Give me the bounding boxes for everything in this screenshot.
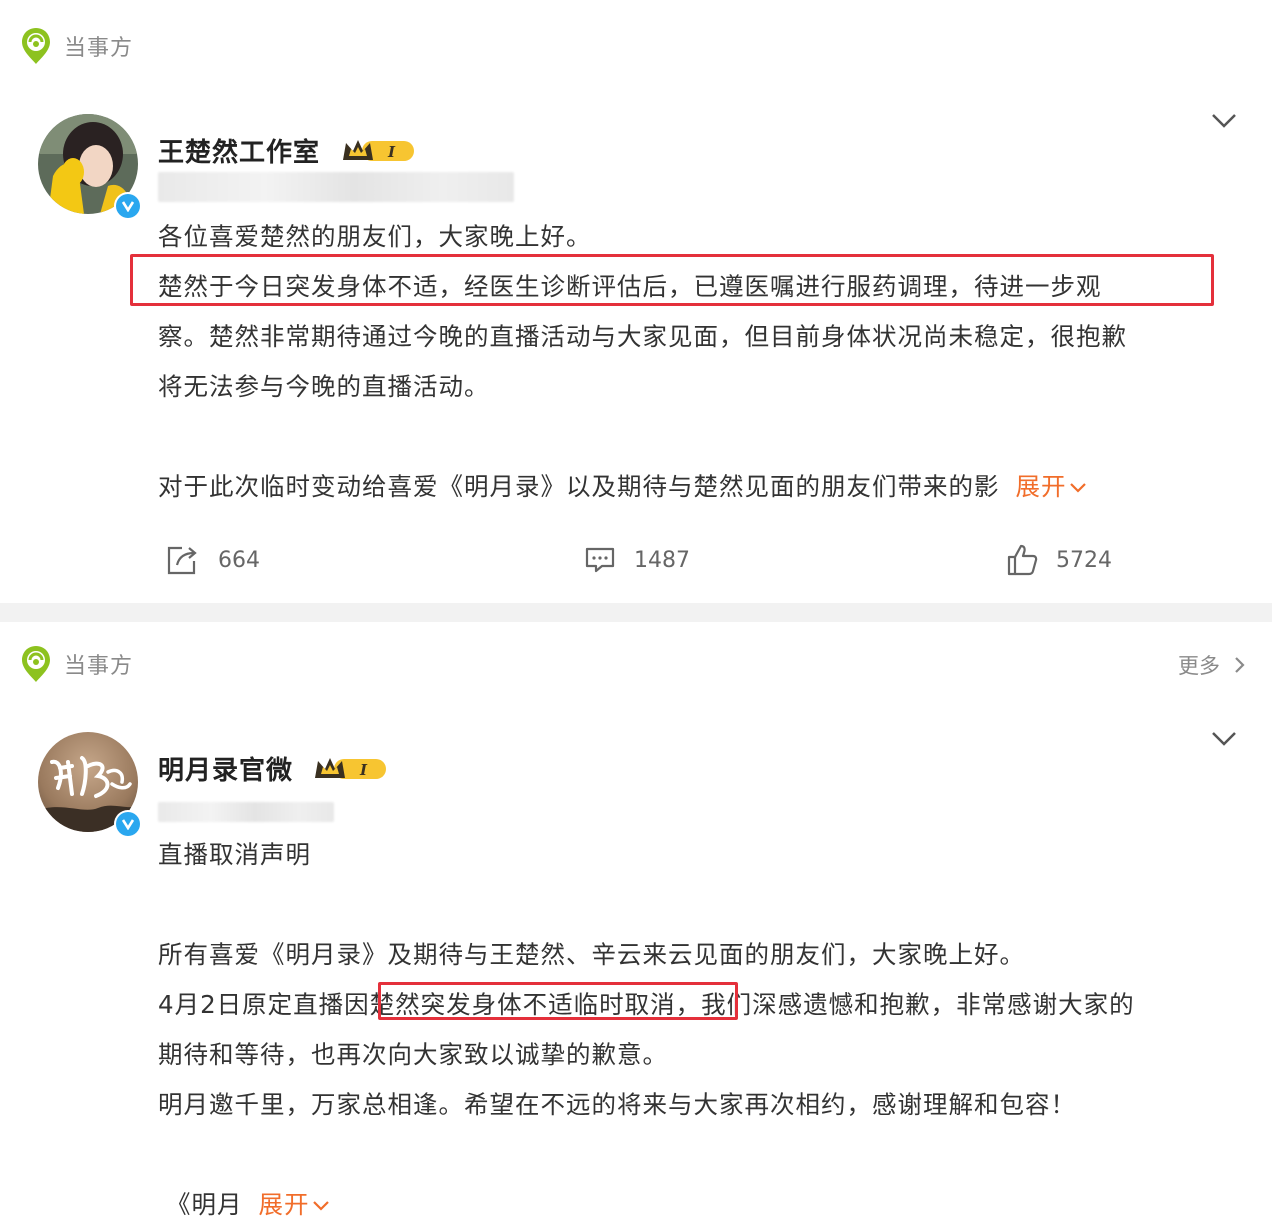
- comment-button[interactable]: 1487: [584, 535, 690, 585]
- body-line-truncated: 《明月 展开: [166, 1186, 330, 1221]
- source-label: 当事方: [64, 36, 134, 61]
- like-count: 5724: [1056, 547, 1112, 573]
- more-label: 更多: [1178, 654, 1220, 678]
- location-pin-icon: [22, 646, 50, 682]
- expand-link[interactable]: 展开: [1016, 472, 1087, 501]
- body-line: 期待和等待，也再次向大家致以诚挚的歉意。: [158, 1040, 668, 1069]
- source-row[interactable]: 当事方: [20, 644, 133, 684]
- repost-icon: [167, 546, 197, 575]
- verified-badge-icon: [114, 810, 142, 838]
- more-link[interactable]: 更多: [1178, 650, 1246, 680]
- body-line-truncated: 对于此次临时变动给喜爱《明月录》以及期待与楚然见面的朋友们带来的影 展开: [158, 468, 1087, 503]
- action-bar: 664 1487 5724: [0, 535, 1272, 585]
- body-line-text: 《明月: [166, 1190, 243, 1219]
- chevron-down-icon: [312, 1201, 329, 1211]
- source-label: 当事方: [64, 654, 134, 679]
- expand-link[interactable]: 展开: [259, 1190, 330, 1219]
- comment-icon: [585, 547, 615, 573]
- location-pin-icon: [22, 28, 50, 64]
- chevron-right-icon: [1235, 657, 1245, 673]
- post-card-1: 当事方 王楚然工作室 I 各位喜爱楚然的朋友们，大家晚上好。 楚然于今日突发身体…: [0, 0, 1272, 603]
- body-line: 将无法参与今晚的直播活动。: [158, 372, 490, 401]
- body-line: 察。楚然非常期待通过今晚的直播活动与大家见面，但目前身体状况尚未稳定，很抱歉: [158, 322, 1127, 351]
- like-button[interactable]: 5724: [1006, 535, 1112, 585]
- author-name[interactable]: 明月录官微: [158, 750, 293, 787]
- thumbs-up-icon: [1007, 544, 1038, 576]
- vip-crown-badge-icon: I: [315, 758, 386, 779]
- chevron-down-icon[interactable]: [1210, 112, 1238, 130]
- post-card-2: 当事方 更多 明月录官微 I 直播取消声明 所有喜爱《明月录》及期待与王楚然、辛…: [0, 622, 1272, 1232]
- svg-text:I: I: [387, 143, 396, 161]
- body-line: 明月邀千里，万家总相逢。希望在不远的将来与大家再次相约，感谢理解和包容！: [158, 1090, 1076, 1119]
- author-name[interactable]: 王楚然工作室: [158, 132, 320, 169]
- body-line-text: 对于此次临时变动给喜爱《明月录》以及期待与楚然见面的朋友们带来的影: [158, 472, 1000, 501]
- post-body: 直播取消声明 所有喜爱《明月录》及期待与王楚然、辛云来云见面的朋友们，大家晚上好…: [158, 836, 1238, 1219]
- repost-count: 664: [218, 547, 260, 573]
- chevron-down-icon[interactable]: [1210, 730, 1238, 748]
- body-line: 直播取消声明: [158, 840, 311, 869]
- comment-count: 1487: [634, 547, 690, 573]
- avatar[interactable]: [38, 114, 142, 220]
- verified-badge-icon: [114, 192, 142, 220]
- chevron-down-icon: [1069, 483, 1086, 493]
- body-line: 各位喜爱楚然的朋友们，大家晚上好。: [158, 222, 592, 251]
- body-line: 所有喜爱《明月录》及期待与王楚然、辛云来云见面的朋友们，大家晚上好。: [158, 940, 1025, 969]
- expand-label: 展开: [1015, 472, 1067, 501]
- highlight-box: [130, 254, 1214, 306]
- highlight-box: [378, 982, 738, 1020]
- expand-label: 展开: [258, 1190, 310, 1219]
- source-row[interactable]: 当事方: [20, 26, 133, 66]
- vip-crown-badge-icon: I: [343, 140, 414, 161]
- avatar[interactable]: [38, 732, 142, 838]
- svg-text:I: I: [359, 761, 368, 779]
- blurred-meta: [158, 172, 514, 202]
- blurred-meta: [158, 802, 334, 822]
- repost-button[interactable]: 664: [166, 535, 260, 585]
